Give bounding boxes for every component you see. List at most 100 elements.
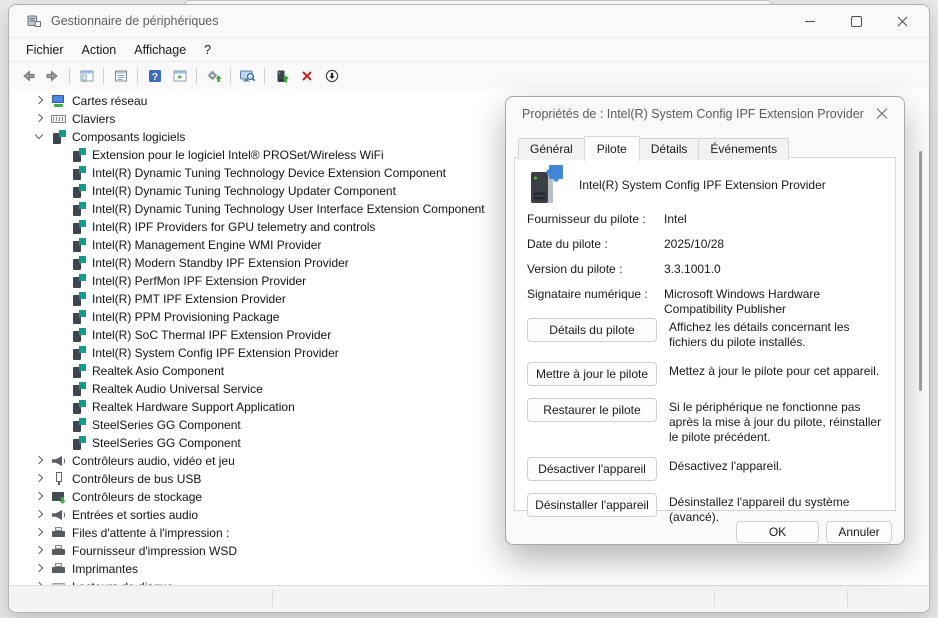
device-type-icon	[71, 363, 87, 379]
tab[interactable]: Détails	[639, 138, 700, 160]
tree-item-label: Contrôleurs de bus USB	[72, 472, 201, 486]
device-type-icon	[71, 327, 87, 343]
tree-item-label: Realtek Hardware Support Application	[92, 400, 295, 414]
expand-chevron-icon[interactable]	[30, 110, 48, 128]
minimize-button[interactable]	[787, 5, 833, 37]
tree-item-label: Entrées et sorties audio	[72, 508, 198, 522]
driver-action-button[interactable]: Restaurer le pilote	[527, 398, 657, 422]
expand-chevron-icon[interactable]	[50, 254, 68, 272]
expand-chevron-icon[interactable]	[30, 488, 48, 506]
device-type-icon	[71, 417, 87, 433]
back-icon	[20, 68, 36, 84]
device-name: Intel(R) System Config IPF Extension Pro…	[579, 178, 826, 192]
tree-item-label: Intel(R) Modern Standby IPF Extension Pr…	[92, 256, 349, 270]
menu-item[interactable]: Action	[73, 40, 126, 60]
tree-item-label: Intel(R) IPF Providers for GPU telemetry…	[92, 220, 375, 234]
maximize-button[interactable]	[833, 5, 879, 37]
expand-chevron-icon[interactable]	[50, 380, 68, 398]
device-icon	[525, 163, 565, 207]
expand-chevron-icon[interactable]	[50, 272, 68, 290]
expand-chevron-icon[interactable]	[50, 290, 68, 308]
device-type-icon	[51, 489, 67, 505]
search-computer-button[interactable]	[235, 64, 260, 88]
expand-chevron-icon[interactable]	[30, 452, 48, 470]
forward-icon	[45, 68, 61, 84]
expand-chevron-icon[interactable]	[30, 92, 48, 110]
expand-chevron-icon[interactable]	[50, 164, 68, 182]
help-button[interactable]: ?	[142, 64, 167, 88]
tree-item-label: Composants logiciels	[72, 130, 185, 144]
tree-item-label: Files d'attente à l'impression :	[72, 526, 229, 540]
device-type-icon	[71, 255, 87, 271]
tree-item-label: Intel(R) Dynamic Tuning Technology Updat…	[92, 184, 396, 198]
driver-action-button[interactable]: Mettre à jour le pilote	[527, 362, 657, 386]
expand-chevron-icon[interactable]	[30, 470, 48, 488]
uninstall-device-button[interactable]	[294, 64, 319, 88]
expand-chevron-icon[interactable]	[50, 308, 68, 326]
tree-row[interactable]: Imprimantes	[10, 560, 928, 578]
expand-chevron-icon[interactable]	[50, 344, 68, 362]
expand-chevron-icon[interactable]	[50, 236, 68, 254]
tree-item-label: SteelSeries GG Component	[92, 436, 241, 450]
expand-chevron-icon[interactable]	[50, 326, 68, 344]
tree-item-label: Intel(R) Dynamic Tuning Technology User …	[92, 202, 485, 216]
forward-button[interactable]	[40, 64, 65, 88]
tree-item-label: Claviers	[72, 112, 115, 126]
expand-chevron-icon[interactable]	[30, 524, 48, 542]
properties-button[interactable]	[108, 64, 133, 88]
scan-hardware-changes-button[interactable]	[201, 64, 226, 88]
menu-item[interactable]: ?	[195, 40, 220, 60]
tree-item-label: Realtek Asio Component	[92, 364, 224, 378]
device-type-icon	[51, 561, 67, 577]
disable-device-button[interactable]	[319, 64, 344, 88]
driver-field: Signataire numérique : Microsoft Windows…	[527, 287, 885, 317]
device-type-icon	[71, 165, 87, 181]
show-console-tree-button[interactable]	[74, 64, 99, 88]
driver-actions: Détails du pilote Affichez les détails c…	[527, 318, 885, 525]
device-type-icon	[51, 543, 67, 559]
status-bar-divider	[272, 590, 273, 607]
driver-action-description: Si le périphérique ne fonctionne pas apr…	[669, 398, 885, 445]
expand-chevron-icon[interactable]	[50, 362, 68, 380]
action-pane-button[interactable]	[167, 64, 192, 88]
expand-chevron-icon[interactable]	[30, 560, 48, 578]
expand-chevron-icon[interactable]	[30, 506, 48, 524]
tree-item-label: Contrôleurs audio, vidéo et jeu	[72, 454, 235, 468]
device-type-icon	[51, 93, 67, 109]
driver-action-button[interactable]: Désactiver l'appareil	[527, 457, 657, 481]
back-button[interactable]	[15, 64, 40, 88]
tree-item-label: Fournisseur d'impression WSD	[72, 544, 237, 558]
status-bar-divider	[847, 590, 848, 607]
vertical-scrollbar-thumb[interactable]	[919, 151, 922, 391]
driver-field: Version du pilote : 3.3.1001.0	[527, 262, 885, 277]
driver-action-description: Désinstallez l'appareil du système (avan…	[669, 493, 885, 525]
title-bar[interactable]: Gestionnaire de périphériques	[9, 5, 929, 38]
field-label: Fournisseur du pilote :	[527, 212, 664, 227]
close-button[interactable]	[879, 5, 925, 37]
tree-item-label: Intel(R) PerfMon IPF Extension Provider	[92, 274, 306, 288]
expand-chevron-icon[interactable]	[50, 416, 68, 434]
tab[interactable]: Événements	[698, 138, 789, 160]
expand-chevron-icon[interactable]	[50, 218, 68, 236]
field-value: 2025/10/28	[664, 237, 885, 252]
expand-chevron-icon[interactable]	[50, 200, 68, 218]
expand-chevron-icon[interactable]	[30, 542, 48, 560]
expand-chevron-icon[interactable]	[50, 182, 68, 200]
driver-action-button[interactable]: Désinstaller l'appareil	[527, 493, 657, 517]
menu-item[interactable]: Affichage	[125, 40, 195, 60]
menu-item[interactable]: Fichier	[17, 40, 73, 60]
device-type-icon	[51, 525, 67, 541]
update-driver-button[interactable]	[269, 64, 294, 88]
expand-chevron-icon[interactable]	[30, 128, 48, 146]
expand-chevron-icon[interactable]	[50, 146, 68, 164]
expand-chevron-icon[interactable]	[50, 398, 68, 416]
driver-tab-panel: Intel(R) System Config IPF Extension Pro…	[514, 157, 896, 511]
expand-chevron-icon[interactable]	[50, 434, 68, 452]
svg-text:?: ?	[151, 71, 157, 83]
driver-action-button[interactable]: Détails du pilote	[527, 318, 657, 342]
device-type-icon	[71, 147, 87, 163]
dialog-close-button[interactable]	[875, 107, 889, 121]
tab[interactable]: Général	[518, 138, 585, 160]
driver-action-description: Désactivez l'appareil.	[669, 457, 782, 481]
tab[interactable]: Pilote	[584, 136, 640, 161]
